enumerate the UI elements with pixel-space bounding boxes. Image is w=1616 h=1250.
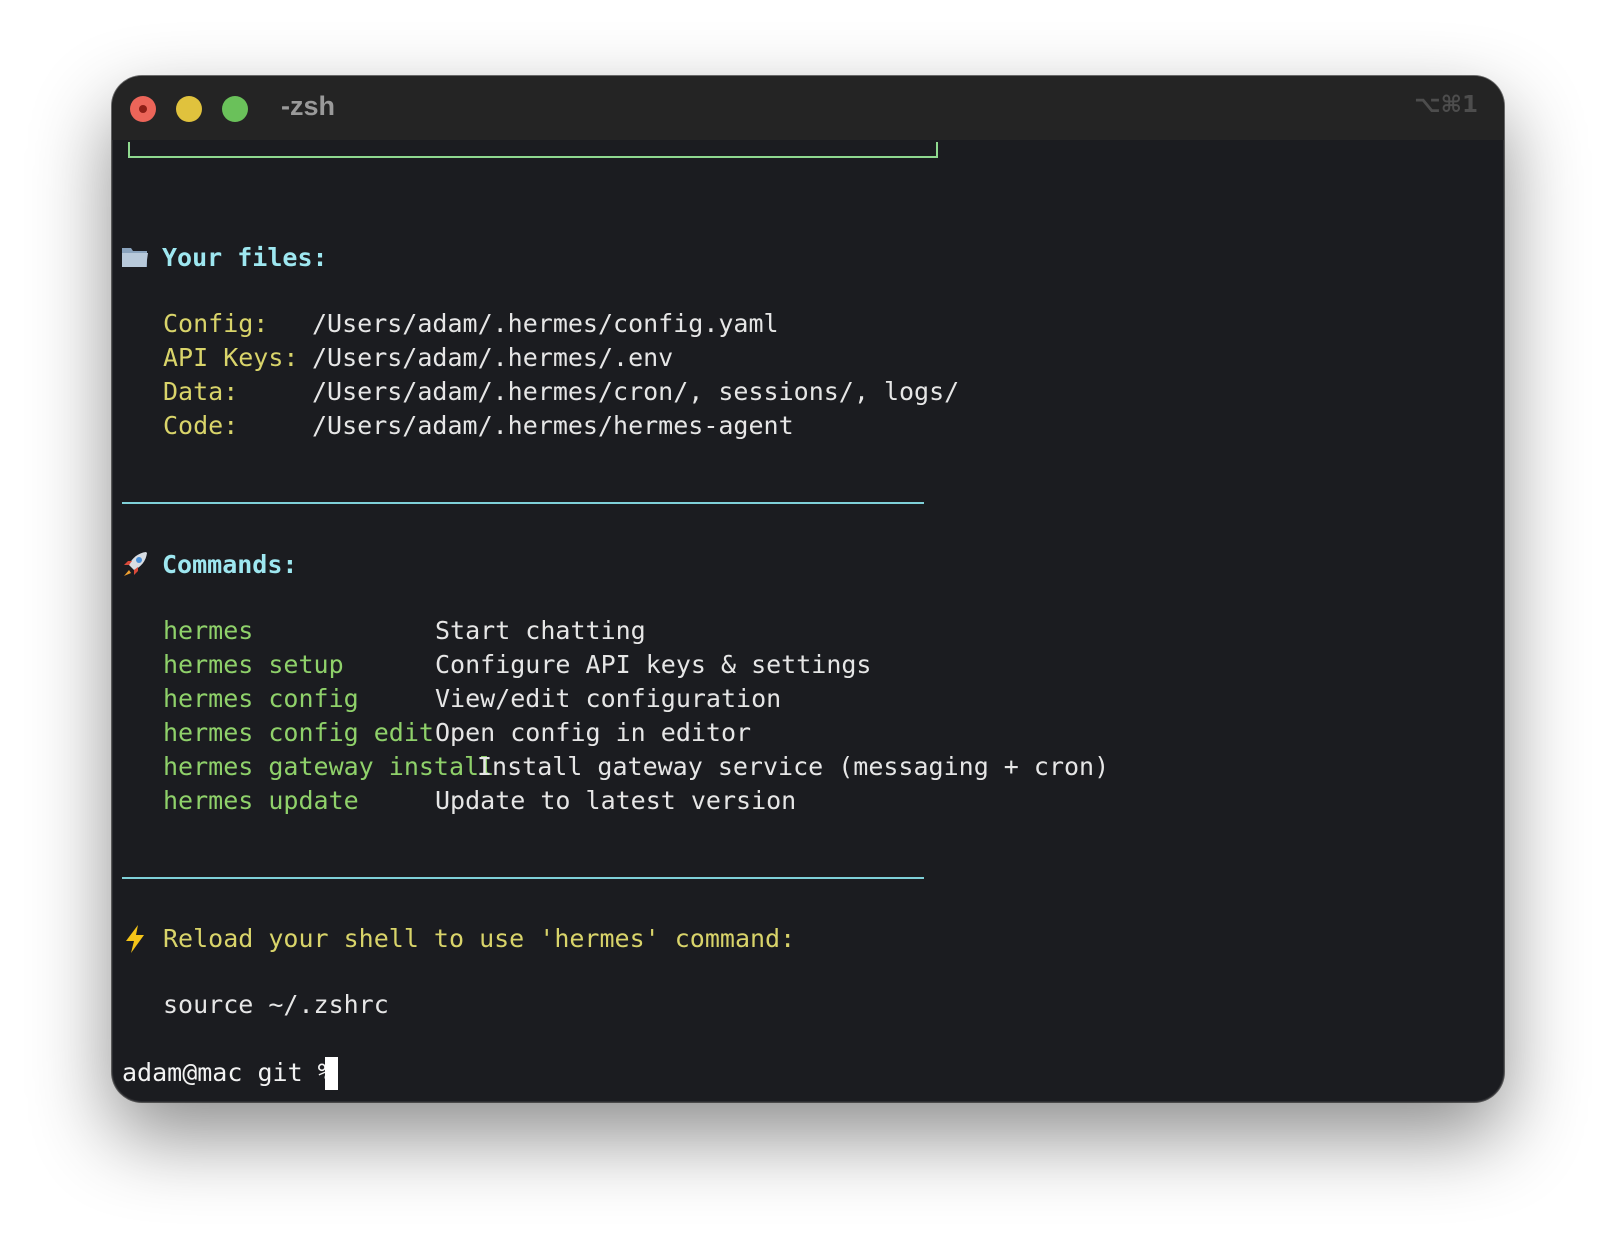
title-bar[interactable]: -zsh ⌥⌘1 [112, 76, 1504, 140]
tab-shortcut: ⌥⌘1 [1414, 92, 1478, 118]
terminal-window: -zsh ⌥⌘1 Your files: Config: /Users/adam… [112, 76, 1504, 1102]
file-label: API Keys: [163, 343, 299, 372]
section-divider [122, 877, 924, 879]
command-name: hermes gateway install [163, 752, 495, 781]
window-title: -zsh [281, 91, 335, 121]
folder-icon [120, 241, 150, 280]
file-path: /Users/adam/.hermes/.env [312, 343, 674, 372]
command-name: hermes [163, 616, 254, 645]
terminal-output[interactable]: Your files: Config: /Users/adam/.hermes/… [112, 140, 1504, 1102]
command-name: hermes config edit [163, 718, 434, 747]
file-label: Code: [163, 411, 239, 440]
command-description: Open config in editor [435, 718, 752, 747]
command-description: View/edit configuration [435, 684, 782, 713]
text-cursor[interactable] [325, 1057, 338, 1090]
file-label: Data: [163, 377, 239, 406]
close-icon [139, 105, 147, 113]
command-name: hermes config [163, 684, 359, 713]
reload-message: Reload your shell to use 'hermes' comman… [163, 924, 796, 953]
minimize-button[interactable] [176, 96, 202, 122]
file-path: /Users/adam/.hermes/config.yaml [312, 309, 779, 338]
files-heading: Your files: [162, 243, 328, 272]
banner-box-bottom [128, 142, 938, 158]
zoom-button[interactable] [222, 96, 248, 122]
file-label: Config: [163, 309, 269, 338]
command-name: hermes update [163, 786, 359, 815]
command-description: Update to latest version [435, 786, 797, 815]
commands-heading: Commands: [162, 550, 298, 579]
command-name: hermes setup [163, 650, 344, 679]
shell-prompt: adam@mac git % [122, 1058, 348, 1087]
file-path: /Users/adam/.hermes/cron/, sessions/, lo… [312, 377, 960, 406]
command-description: Install gateway service (messaging + cro… [477, 752, 1110, 781]
close-button[interactable] [130, 96, 156, 122]
reload-command: source ~/.zshrc [163, 990, 389, 1019]
command-description: Configure API keys & settings [435, 650, 872, 679]
rocket-icon [120, 549, 150, 588]
file-path: /Users/adam/.hermes/hermes-agent [312, 411, 794, 440]
lightning-icon [122, 924, 148, 963]
section-divider [122, 502, 924, 504]
command-description: Start chatting [435, 616, 646, 645]
